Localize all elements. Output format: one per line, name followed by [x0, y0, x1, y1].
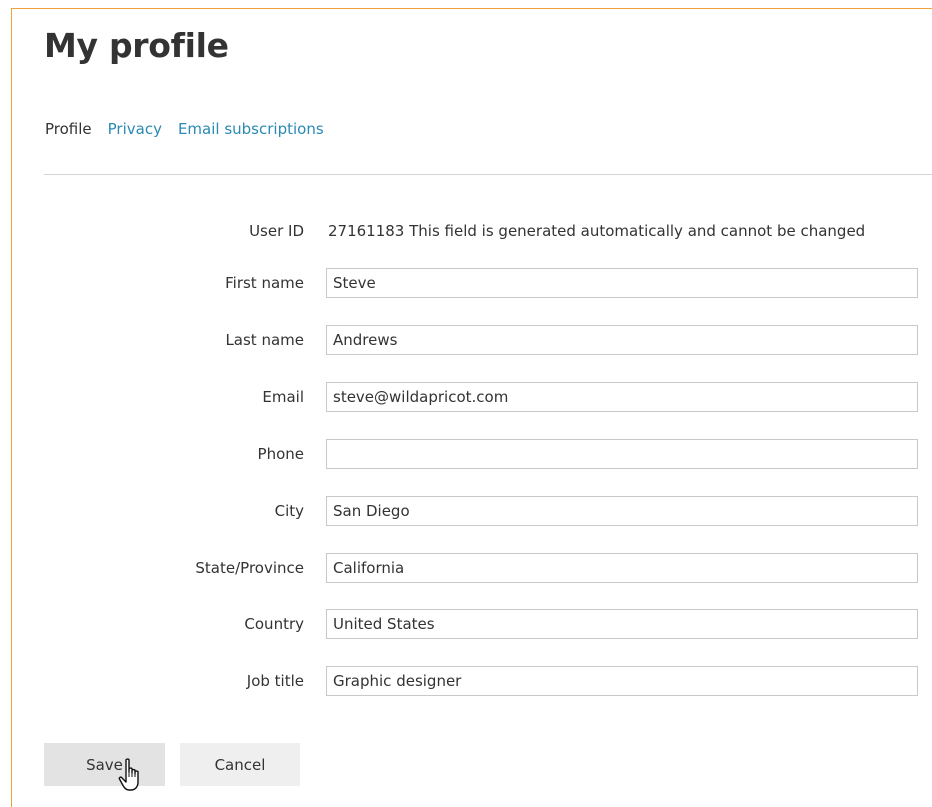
cancel-button[interactable]: Cancel	[180, 743, 300, 786]
job-title-row: Job title	[0, 666, 932, 696]
job-title-field[interactable]	[326, 666, 918, 696]
country-row: Country	[0, 609, 932, 639]
tab-privacy[interactable]: Privacy	[108, 120, 162, 138]
user-id-label: User ID	[249, 222, 304, 240]
state-province-field[interactable]	[326, 553, 918, 583]
email-label: Email	[262, 388, 304, 406]
first-name-label: First name	[225, 274, 304, 292]
last-name-field[interactable]	[326, 325, 918, 355]
first-name-row: First name	[0, 268, 932, 298]
tabs-divider	[44, 174, 932, 175]
phone-label: Phone	[257, 445, 304, 463]
first-name-field[interactable]	[326, 268, 918, 298]
hand-pointer-icon	[118, 758, 139, 791]
user-id-value: 27161183 This field is generated automat…	[328, 222, 866, 240]
phone-row: Phone	[0, 439, 932, 469]
state-province-row: State/Province	[0, 553, 932, 583]
email-row: Email	[0, 382, 932, 412]
user-id-row: User ID 27161183 This field is generated…	[0, 216, 932, 246]
tab-profile[interactable]: Profile	[45, 120, 92, 138]
last-name-label: Last name	[225, 331, 304, 349]
email-field[interactable]	[326, 382, 918, 412]
city-field[interactable]	[326, 496, 918, 526]
page-title: My profile	[44, 26, 229, 65]
phone-field[interactable]	[326, 439, 918, 469]
city-row: City	[0, 496, 932, 526]
tab-email-subscriptions[interactable]: Email subscriptions	[178, 120, 324, 138]
city-label: City	[274, 502, 304, 520]
job-title-label: Job title	[246, 672, 304, 690]
state-province-label: State/Province	[195, 559, 304, 577]
country-field[interactable]	[326, 609, 918, 639]
country-label: Country	[244, 615, 304, 633]
profile-tabs: Profile Privacy Email subscriptions	[45, 120, 340, 138]
last-name-row: Last name	[0, 325, 932, 355]
